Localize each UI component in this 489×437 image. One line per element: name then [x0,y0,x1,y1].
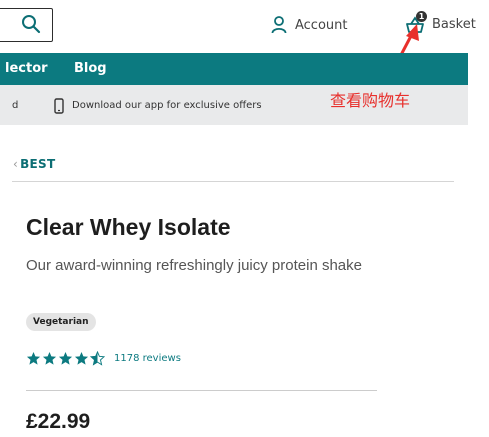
half-star-icon [90,351,105,366]
rating[interactable]: 1178 reviews [26,351,181,366]
star-icon [42,351,57,365]
basket-count-badge: 1 [416,11,427,22]
main-nav: lector Blog [0,53,468,85]
vegetarian-tag: Vegetarian [26,313,96,331]
star-icon [74,351,89,365]
product-description: Our award-winning refreshingly juicy pro… [26,257,362,274]
breadcrumb: ‹ BEST [13,157,55,171]
product-title: Clear Whey Isolate [26,214,231,240]
star-icon [58,351,73,365]
account-label: Account [295,17,348,33]
breadcrumb-divider [12,181,454,182]
phone-icon [54,98,64,114]
nav-item-blog[interactable]: Blog [74,61,107,76]
promo-app-link[interactable]: Download our app for exclusive offers [72,100,262,111]
search-icon [22,15,41,34]
product-divider [26,390,377,391]
breadcrumb-current[interactable]: BEST [20,157,55,171]
promo-partial-text: d [12,100,19,111]
search-button[interactable] [0,8,53,42]
reviews-link[interactable]: 1178 reviews [114,353,181,364]
product-price: £22.99 [26,410,91,433]
account-link[interactable]: Account [271,14,348,36]
basket-label: Basket [432,16,476,32]
annotation-label: 查看购物车 [330,91,411,110]
breadcrumb-separator: ‹ [13,157,19,171]
nav-item-selector[interactable]: lector [5,61,48,76]
user-icon [271,16,287,34]
star-icon [26,351,41,365]
